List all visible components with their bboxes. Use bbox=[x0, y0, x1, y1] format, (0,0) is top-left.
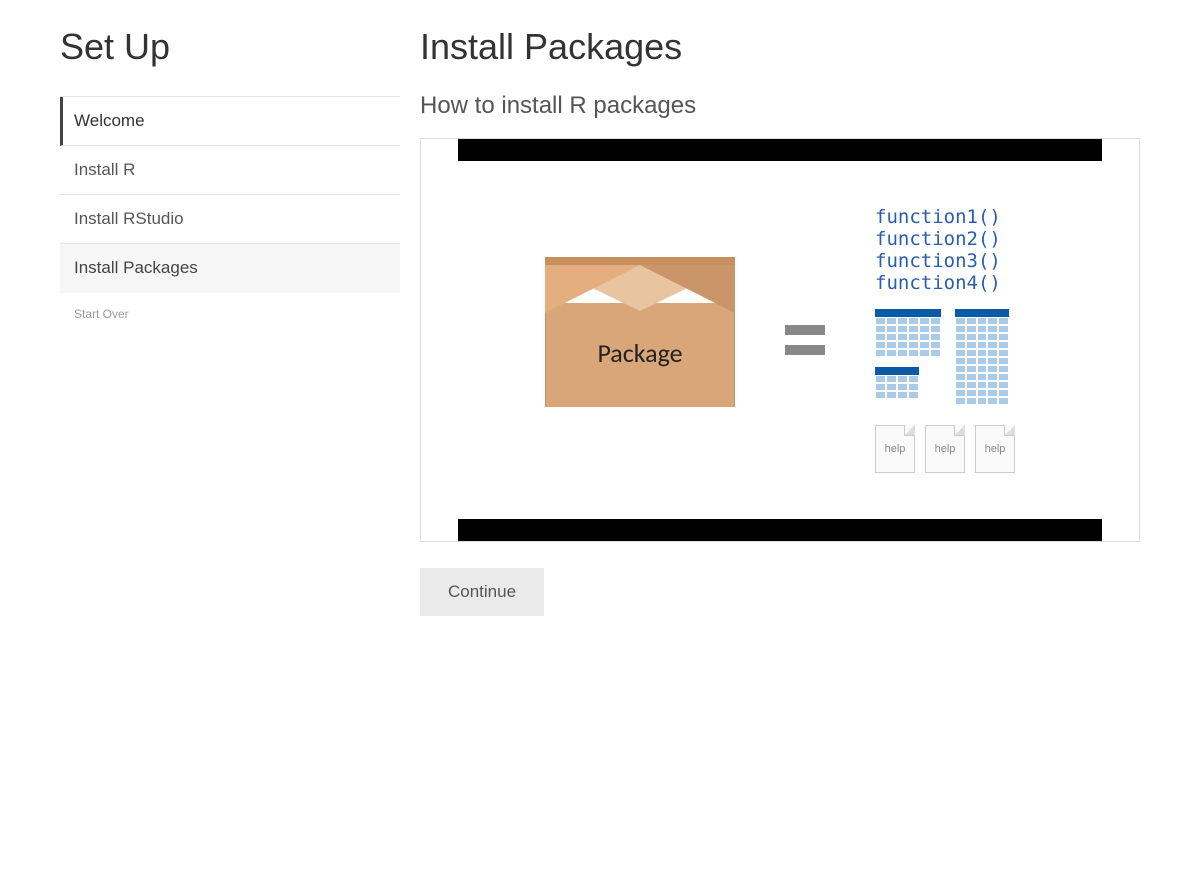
page-subtitle: How to install R packages bbox=[420, 92, 1140, 120]
nav-item-install-packages[interactable]: Install Packages bbox=[60, 244, 400, 293]
video-content: Package function1() function2() function… bbox=[421, 161, 1139, 519]
page-title: Install Packages bbox=[420, 26, 1140, 68]
data-table-icon bbox=[875, 367, 919, 399]
sidebar-title: Set Up bbox=[60, 26, 400, 68]
help-doc-icon: help bbox=[975, 425, 1015, 473]
nav-item-welcome[interactable]: Welcome bbox=[60, 97, 400, 146]
video-frame[interactable]: Package function1() function2() function… bbox=[420, 138, 1140, 542]
function-line: function1() bbox=[875, 207, 1001, 229]
package-contents-graphic: function1() function2() function3() func… bbox=[875, 207, 1015, 472]
main-content: Install Packages How to install R packag… bbox=[420, 20, 1140, 616]
package-box-label: Package bbox=[545, 337, 735, 369]
function-line: function4() bbox=[875, 273, 1001, 295]
nav-list: Welcome Install R Install RStudio Instal… bbox=[60, 96, 400, 293]
sidebar: Set Up Welcome Install R Install RStudio… bbox=[60, 20, 400, 616]
nav-item-install-r[interactable]: Install R bbox=[60, 146, 400, 195]
nav-item-install-rstudio[interactable]: Install RStudio bbox=[60, 195, 400, 244]
start-over-link[interactable]: Start Over bbox=[60, 293, 400, 321]
functions-list: function1() function2() function3() func… bbox=[875, 207, 1001, 294]
function-line: function2() bbox=[875, 229, 1001, 251]
continue-button[interactable]: Continue bbox=[420, 568, 544, 616]
package-box-graphic: Package bbox=[545, 265, 735, 415]
help-doc-icon: help bbox=[875, 425, 915, 473]
data-table-icon bbox=[955, 309, 1009, 405]
data-table-icon bbox=[875, 309, 941, 357]
video-letterbox-top bbox=[458, 139, 1102, 161]
equals-icon bbox=[785, 325, 825, 355]
video-letterbox-bottom bbox=[458, 519, 1102, 541]
function-line: function3() bbox=[875, 251, 1001, 273]
help-doc-icon: help bbox=[925, 425, 965, 473]
